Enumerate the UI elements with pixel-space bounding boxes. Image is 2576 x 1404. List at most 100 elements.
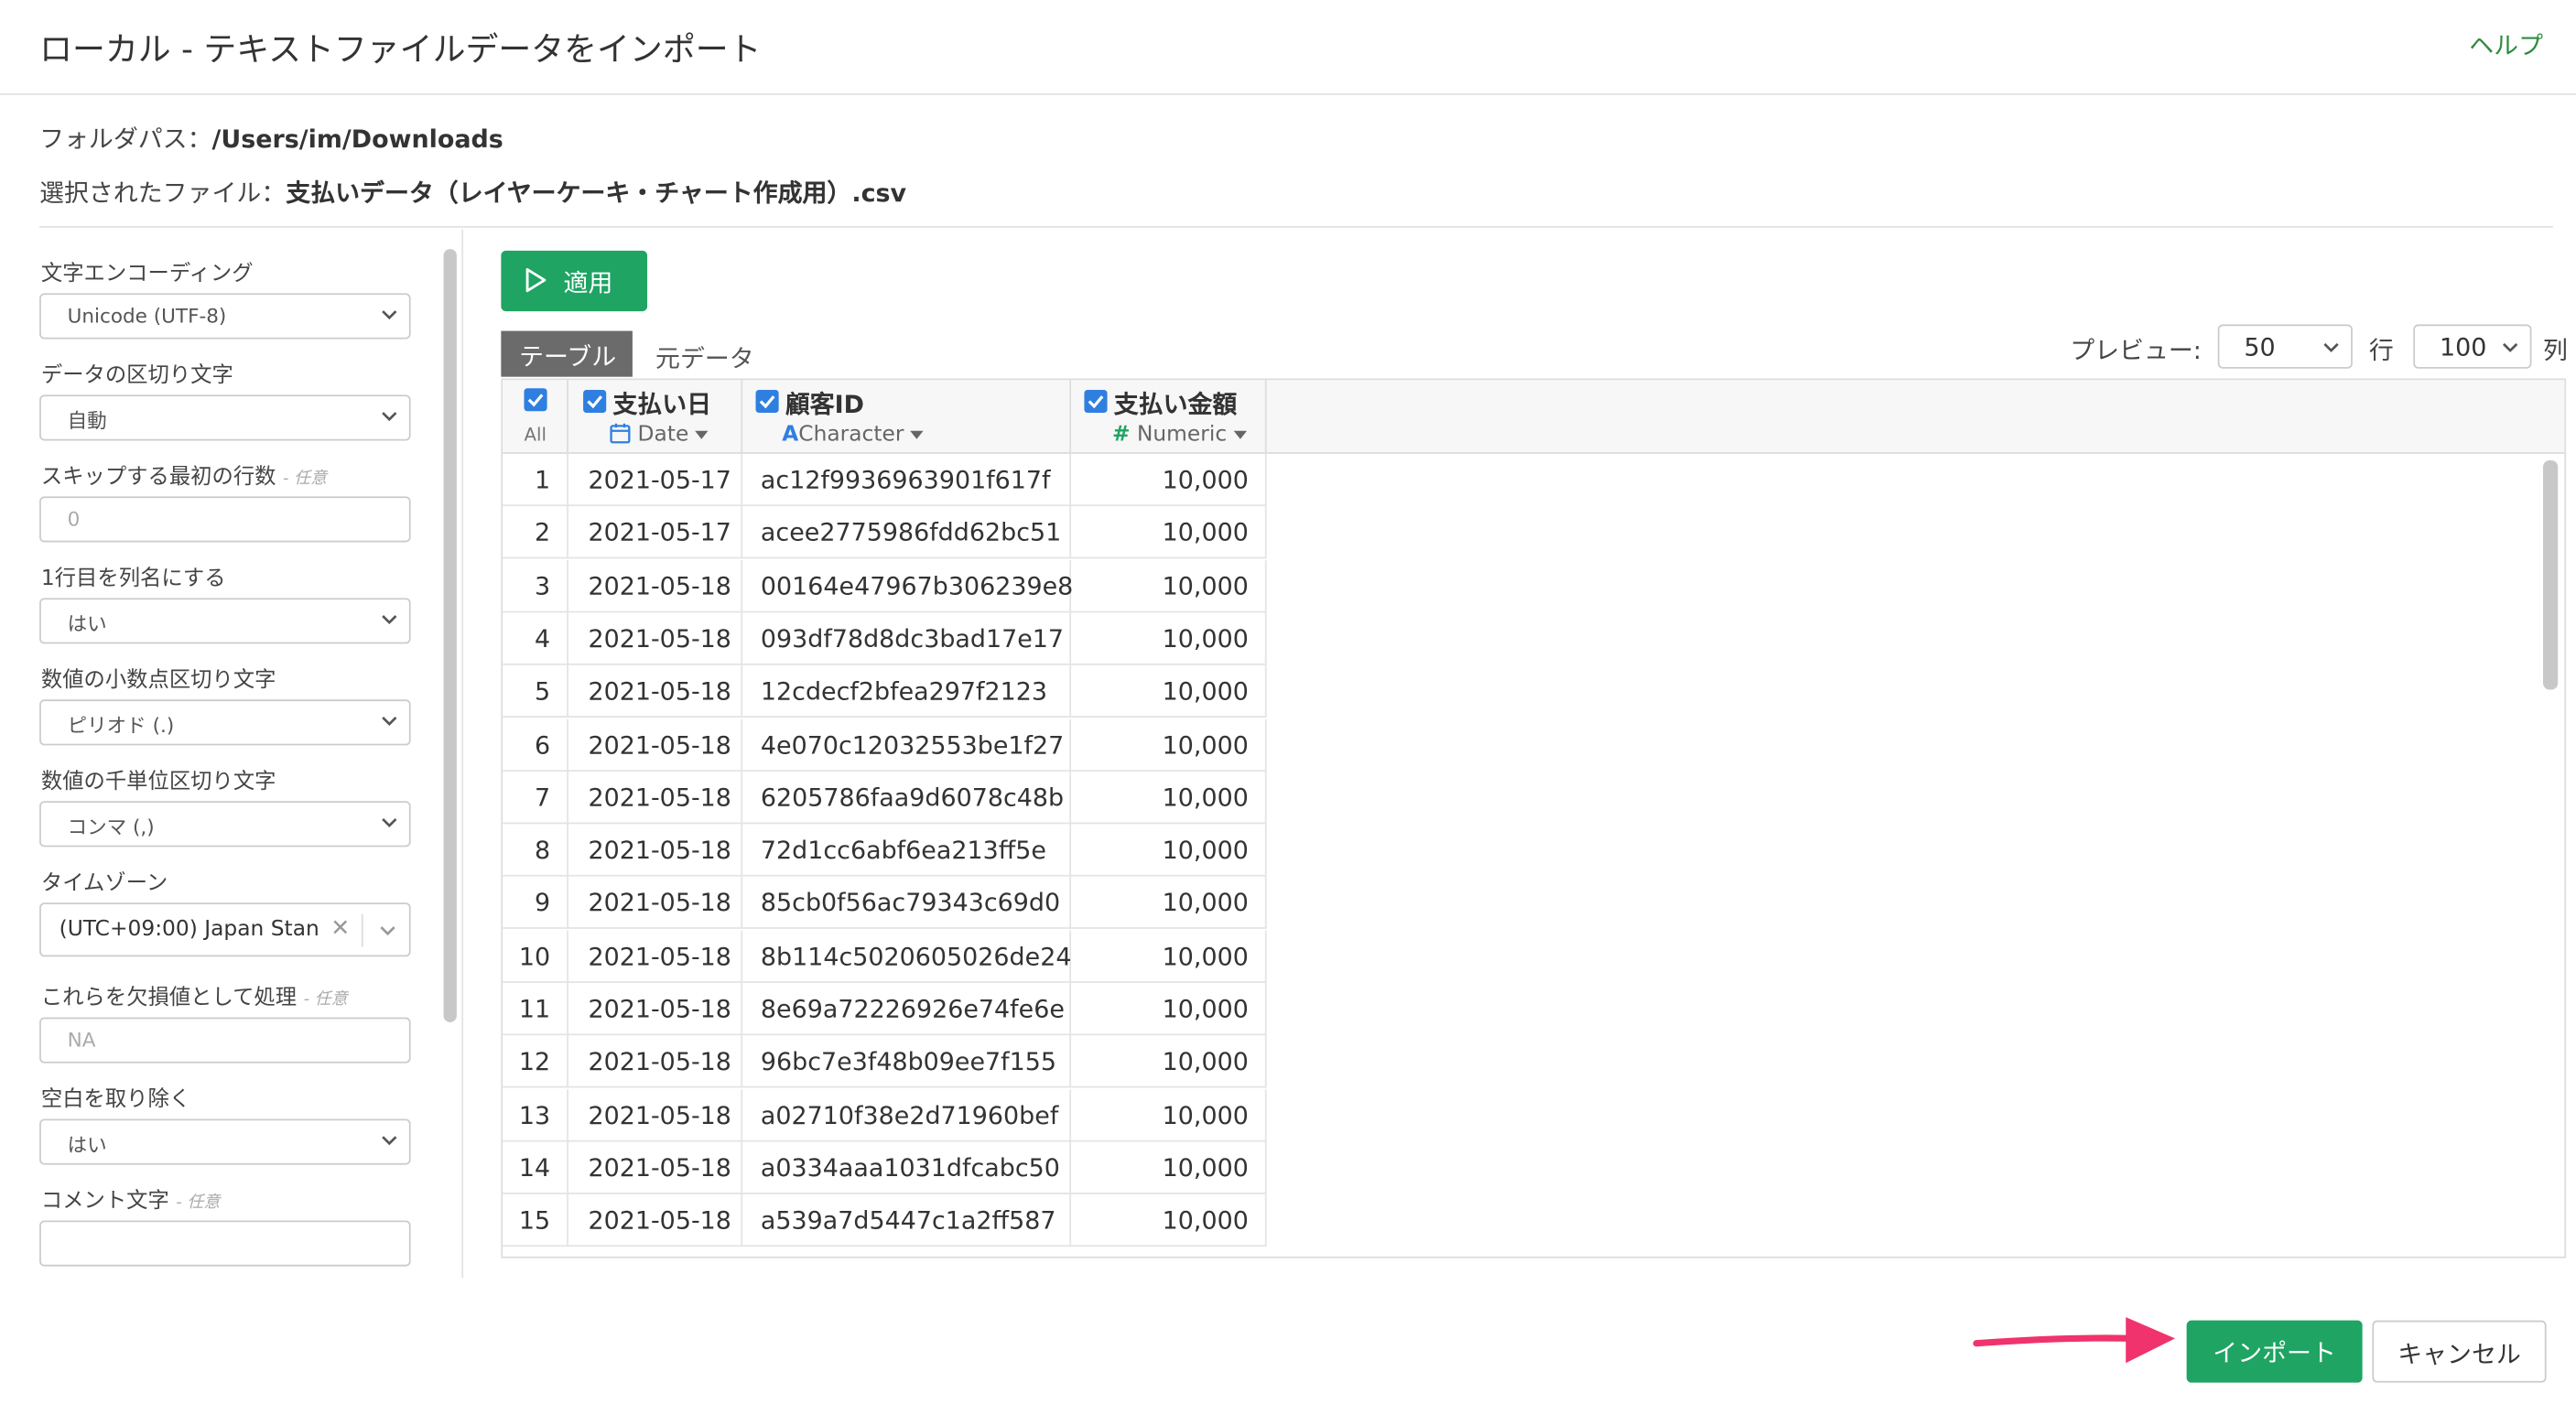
trim-ws-value: はい: [67, 1133, 107, 1157]
amount-cell: 10,000: [1071, 1035, 1267, 1089]
date-cell: 2021-05-18: [568, 1141, 743, 1194]
preview-label: プレビュー:: [2070, 335, 2202, 366]
caret-down-icon: [695, 430, 709, 439]
chevron-down-icon[interactable]: [378, 921, 398, 940]
row-number: 11: [503, 982, 568, 1036]
cancel-button[interactable]: キャンセル: [2372, 1320, 2547, 1383]
column-header-date[interactable]: 支払い日 Date: [568, 380, 743, 454]
clear-icon[interactable]: ✕: [330, 916, 350, 943]
numeric-type-icon: #: [1111, 422, 1131, 448]
column-name: 顧客ID: [785, 389, 865, 420]
header-row-select[interactable]: はい: [39, 598, 411, 644]
column-name: 支払い日: [612, 389, 712, 420]
decimal-sep-label: 数値の小数点区切り文字: [40, 668, 276, 694]
thousands-sep-select[interactable]: コンマ (,): [39, 801, 411, 848]
table-row: 5 2021-05-18 12cdecf2bfea297f2123 10,000: [503, 665, 1267, 718]
customer-id-cell: a02710f38e2d71960bef: [742, 1088, 1072, 1141]
row-number: 10: [503, 930, 568, 983]
date-cell: 2021-05-18: [568, 665, 743, 718]
import-dialog: ローカル - テキストファイルデータをインポート ヘルプ フォルダパス：/Use…: [0, 0, 2576, 1404]
row-number: 3: [503, 559, 568, 612]
row-number: 4: [503, 612, 568, 665]
customer-id-cell: 12cdecf2bfea297f2123: [742, 665, 1072, 718]
tab-raw-data[interactable]: 元データ: [655, 340, 754, 375]
cols-unit: 列: [2543, 335, 2568, 366]
customer-id-cell: 093df78d8dc3bad17e17: [742, 612, 1072, 665]
table-row: 1 2021-05-17 ac12f9936963901f617f 10,000: [503, 453, 1267, 507]
column-type-selector[interactable]: # Numeric: [1112, 423, 1247, 448]
column-type: Date: [637, 422, 689, 448]
column-type-selector[interactable]: ACharacter: [782, 422, 925, 448]
checkbox-icon: [1088, 395, 1104, 409]
timezone-label: タイムゾーン: [40, 871, 168, 897]
select-all-label: All: [524, 424, 547, 446]
customer-id-cell: 4e070c12032553be1f27: [742, 718, 1072, 772]
tab-table[interactable]: テーブル: [501, 330, 633, 377]
table-row: 2 2021-05-17 acee2775986fdd62bc51 10,000: [503, 506, 1267, 559]
skip-rows-input[interactable]: 0: [39, 496, 411, 543]
row-number: 7: [503, 771, 568, 824]
decimal-sep-value: ピリオド (.): [67, 714, 175, 738]
date-cell: 2021-05-18: [568, 718, 743, 772]
delimiter-select[interactable]: 自動: [39, 394, 411, 441]
table-scrollbar[interactable]: [2543, 459, 2559, 690]
chevron-down-icon: [382, 615, 397, 625]
table-row: 3 2021-05-18 00164e47967b306239e8 10,000: [503, 559, 1267, 612]
column-type: Character: [798, 422, 904, 448]
trim-ws-select[interactable]: はい: [39, 1118, 411, 1165]
amount-cell: 10,000: [1071, 824, 1267, 877]
column-type-selector[interactable]: Date: [610, 423, 709, 448]
date-cell: 2021-05-18: [568, 559, 743, 612]
import-button[interactable]: インポート: [2186, 1320, 2363, 1383]
amount-cell: 10,000: [1071, 718, 1267, 772]
row-number: 9: [503, 877, 568, 930]
folder-path-label: フォルダパス：: [39, 124, 212, 155]
encoding-value: Unicode (UTF-8): [67, 304, 227, 328]
row-number: 8: [503, 824, 568, 877]
select-all-checkbox[interactable]: [524, 388, 547, 412]
customer-id-cell: a539a7d5447c1a2ff587: [742, 1194, 1072, 1247]
amount-cell: 10,000: [1071, 612, 1267, 665]
comment-char-input[interactable]: [39, 1220, 411, 1267]
date-cell: 2021-05-18: [568, 930, 743, 983]
preview-cols-select[interactable]: 100: [2413, 324, 2532, 369]
date-cell: 2021-05-18: [568, 982, 743, 1036]
apply-label: 適用: [563, 268, 613, 298]
skip-rows-label: スキップする最初の行数 - 任意: [41, 459, 327, 490]
column-header-customer-id[interactable]: 顧客ID ACharacter: [742, 380, 1072, 454]
settings-scrollbar[interactable]: [443, 249, 457, 1022]
customer-id-cell: acee2775986fdd62bc51: [742, 506, 1072, 559]
preview-table: All 支払い日 Date 顧客ID ACharacter 支払い金額 # Nu…: [501, 378, 2567, 1258]
chevron-down-icon: [382, 717, 397, 727]
amount-cell: 10,000: [1071, 982, 1267, 1036]
optional-hint: - 任意: [282, 470, 328, 489]
column-checkbox[interactable]: [755, 389, 779, 414]
row-number: 6: [503, 718, 568, 772]
chevron-down-icon: [382, 310, 397, 320]
date-cell: 2021-05-18: [568, 1035, 743, 1089]
amount-cell: 10,000: [1071, 1088, 1267, 1141]
timezone-divider: [361, 913, 363, 947]
column-type: Numeric: [1136, 422, 1228, 448]
column-checkbox[interactable]: [1084, 389, 1108, 414]
folder-path-line: フォルダパス：/Users/im/Downloads: [39, 121, 503, 156]
column-checkbox[interactable]: [583, 389, 607, 414]
chevron-down-icon: [382, 818, 397, 828]
decimal-sep-select[interactable]: ピリオド (.): [39, 699, 411, 746]
selected-file-line: 選択されたファイル：支払いデータ（レイヤーケーキ・チャート作成用）.csv: [39, 176, 906, 211]
date-cell: 2021-05-17: [568, 453, 743, 507]
timezone-select[interactable]: (UTC+09:00) Japan Standa ✕: [39, 902, 411, 957]
encoding-select[interactable]: Unicode (UTF-8): [39, 293, 411, 340]
help-link[interactable]: ヘルプ: [2469, 27, 2543, 62]
table-row: 12 2021-05-18 96bc7e3f48b09ee7f155 10,000: [503, 1035, 1267, 1089]
column-header-amount[interactable]: 支払い金額 # Numeric: [1071, 380, 1267, 454]
dialog-header: ローカル - テキストファイルデータをインポート ヘルプ: [0, 0, 2576, 95]
chevron-down-icon: [382, 1136, 397, 1146]
annotation-arrow-icon: [1973, 1317, 2176, 1364]
date-cell: 2021-05-18: [568, 771, 743, 824]
apply-button[interactable]: 適用: [501, 250, 648, 312]
row-number: 14: [503, 1141, 568, 1194]
comment-char-label: コメント文字 - 任意: [41, 1183, 221, 1214]
na-values-input[interactable]: NA: [39, 1017, 411, 1064]
preview-rows-select[interactable]: 50: [2217, 324, 2353, 369]
